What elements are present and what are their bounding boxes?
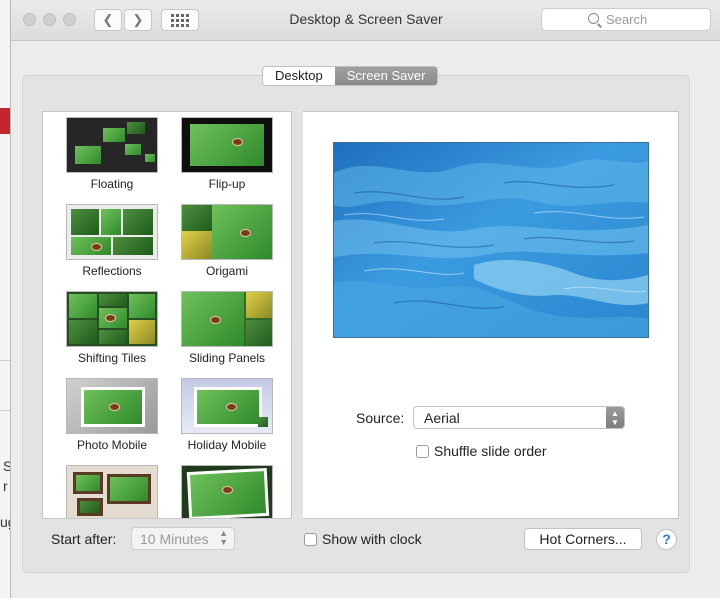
screen-saver-label: Holiday Mobile [187,438,267,452]
screen-saver-item-floating[interactable]: Floating [62,117,162,191]
source-select[interactable]: Aerial ▲ ▼ [413,406,625,429]
hot-corners-button[interactable]: Hot Corners... [524,528,642,550]
screen-saver-label: Flip-up [208,177,246,191]
title-bar: ❮ ❯ Desktop & Screen Saver Search [11,0,720,41]
tab-desktop[interactable]: Desktop [263,67,335,85]
screen-saver-item-photo-mobile[interactable]: Photo Mobile [62,378,162,452]
screen-saver-item-ken-burns[interactable] [177,465,277,518]
screen-saver-item-holiday-mobile[interactable]: Holiday Mobile [177,378,277,452]
show-with-clock-label: Show with clock [322,531,422,547]
photo-mobile-thumbnail [66,378,158,434]
show-with-clock-checkbox[interactable] [304,533,317,546]
screen-saver-item-vintage-prints[interactable] [62,465,162,518]
background-red-mark [0,108,10,134]
screen-saver-item-origami[interactable]: Origami [177,204,277,278]
ken-burns-thumbnail [181,465,273,518]
shuffle-label: Shuffle slide order [434,443,547,459]
screen-saver-label: Floating [90,177,134,191]
screen-saver-list[interactable]: Floating Flip-up Reflections Origami Shi… [42,111,292,519]
background-text: r [3,478,8,494]
shuffle-checkbox[interactable] [416,445,429,458]
flip-up-thumbnail [181,117,273,173]
aerial-ocean-image [334,143,648,337]
screen-saver-label: Reflections [82,264,142,278]
shifting-tiles-thumbnail [66,291,158,347]
search-placeholder: Search [606,12,648,27]
search-icon [588,13,599,24]
reflections-thumbnail [66,204,158,260]
help-button[interactable]: ? [656,529,677,550]
screen-saver-item-sliding-panels[interactable]: Sliding Panels [177,291,277,365]
screen-saver-item-shifting-tiles[interactable]: Shifting Tiles [62,291,162,365]
sliding-panels-thumbnail [181,291,273,347]
select-arrows-icon: ▲ ▼ [219,528,228,547]
start-after-label: Start after: [51,531,117,547]
screen-saver-preview [333,142,649,338]
source-value: Aerial [424,410,460,426]
start-after-value: 10 Minutes [140,531,209,547]
floating-thumbnail [66,117,158,173]
question-mark-icon: ? [662,531,671,547]
screen-saver-item-flip-up[interactable]: Flip-up [177,117,277,191]
screen-saver-label: Origami [205,264,248,278]
segmented-tabs: Desktop Screen Saver [262,66,439,86]
start-after-select[interactable]: 10 Minutes ▲ ▼ [131,527,235,550]
tab-screen-saver[interactable]: Screen Saver [334,67,438,85]
screen-saver-item-reflections[interactable]: Reflections [62,204,162,278]
screen-saver-label: Sliding Panels [188,351,266,365]
origami-thumbnail [181,204,273,260]
search-field[interactable]: Search [541,8,711,31]
source-label: Source: [356,410,405,426]
select-stepper-icon: ▲ ▼ [606,407,624,428]
vintage-prints-thumbnail [66,465,158,518]
screen-saver-label: Photo Mobile [76,438,148,452]
holiday-mobile-thumbnail [181,378,273,434]
screen-saver-label: Shifting Tiles [77,351,147,365]
